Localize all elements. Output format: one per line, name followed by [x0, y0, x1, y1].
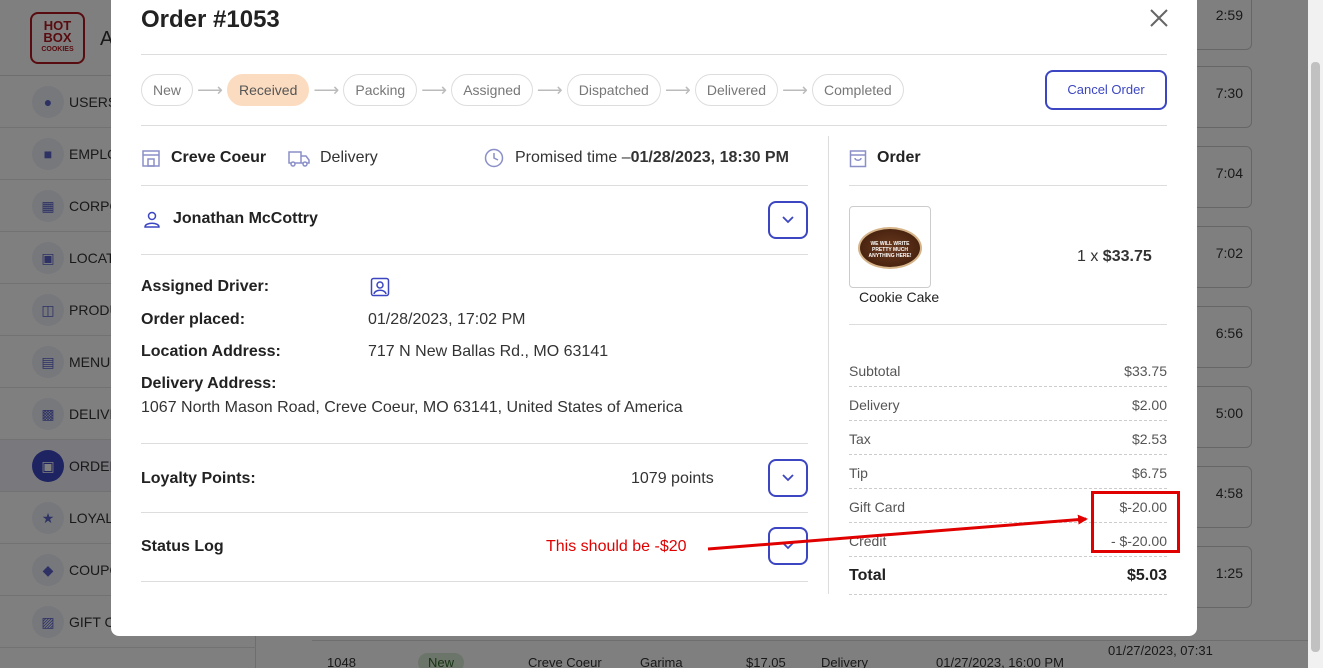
customer-expand-button[interactable]: [768, 201, 808, 239]
cookie-cake-image: WE WILL WRITE PRETTY MUCH ANYTHING HERE!: [858, 227, 922, 269]
summary-row-subtotal: Subtotal $33.75: [849, 353, 1167, 387]
store-icon: [142, 150, 160, 167]
status-log-expand-button[interactable]: [768, 527, 808, 565]
product-quantity-price: 1 x $33.75: [1077, 248, 1152, 265]
clock-icon: [484, 148, 504, 168]
order-section-title: Order: [877, 149, 921, 166]
step-dispatched[interactable]: Dispatched: [566, 74, 661, 106]
cancel-order-button[interactable]: Cancel Order: [1045, 70, 1167, 110]
order-placed-value: 01/28/2023, 17:02 PM: [368, 311, 526, 328]
scrollbar-thumb[interactable]: [1311, 62, 1320, 652]
location-name: Creve Coeur: [171, 149, 267, 166]
step-new[interactable]: New: [141, 74, 194, 106]
product-name: Cookie Cake: [859, 289, 940, 305]
arrow-right-icon: ⟶: [782, 79, 808, 100]
summary-row-tip: Tip $6.75: [849, 455, 1167, 489]
bag-icon: [849, 150, 867, 168]
close-icon: [1150, 9, 1168, 27]
annotation-box: [1091, 491, 1180, 553]
customer-name: Jonathan McCottry: [173, 210, 318, 227]
close-button[interactable]: [1147, 8, 1171, 32]
chevron-down-icon: [782, 216, 794, 224]
arrow-right-icon: ⟶: [421, 79, 448, 100]
arrow-right-icon: ⟶: [197, 79, 223, 100]
delivery-type: Delivery: [320, 149, 378, 166]
loyalty-points-value: 1079 points: [631, 470, 714, 487]
user-icon: [144, 211, 160, 228]
chevron-down-icon: [782, 542, 794, 550]
promised-time: Promised time –01/28/2023, 18:30 PM: [515, 149, 789, 166]
summary-row-delivery: Delivery $2.00: [849, 387, 1167, 421]
order-status-steps: New ⟶ Received ⟶ Packing ⟶ Assigned ⟶ Di…: [141, 74, 904, 106]
status-log-label: Status Log: [141, 538, 224, 555]
modal-title: Order #1053: [141, 6, 280, 33]
arrow-right-icon: ⟶: [536, 79, 563, 100]
summary-row-tax: Tax $2.53: [849, 421, 1167, 455]
page-scrollbar[interactable]: [1308, 0, 1323, 668]
chevron-down-icon: [782, 474, 794, 482]
assign-driver-icon[interactable]: [370, 277, 390, 297]
delivery-address-value: 1067 North Mason Road, Creve Coeur, MO 6…: [141, 399, 683, 416]
product-image: WE WILL WRITE PRETTY MUCH ANYTHING HERE!: [849, 206, 931, 288]
step-delivered[interactable]: Delivered: [694, 74, 778, 106]
summary-row-total: Total $5.03: [849, 557, 1167, 595]
arrow-right-icon: ⟶: [313, 79, 340, 100]
annotation-text: This should be -$20: [546, 538, 687, 555]
truck-icon: [288, 151, 310, 167]
loyalty-expand-button[interactable]: [768, 459, 808, 497]
step-received[interactable]: Received: [227, 74, 310, 106]
location-address-value: 717 N New Ballas Rd., MO 63141: [368, 343, 609, 360]
step-assigned[interactable]: Assigned: [451, 74, 533, 106]
arrow-right-icon: ⟶: [664, 79, 691, 100]
step-completed[interactable]: Completed: [811, 74, 904, 106]
step-packing[interactable]: Packing: [343, 74, 418, 106]
